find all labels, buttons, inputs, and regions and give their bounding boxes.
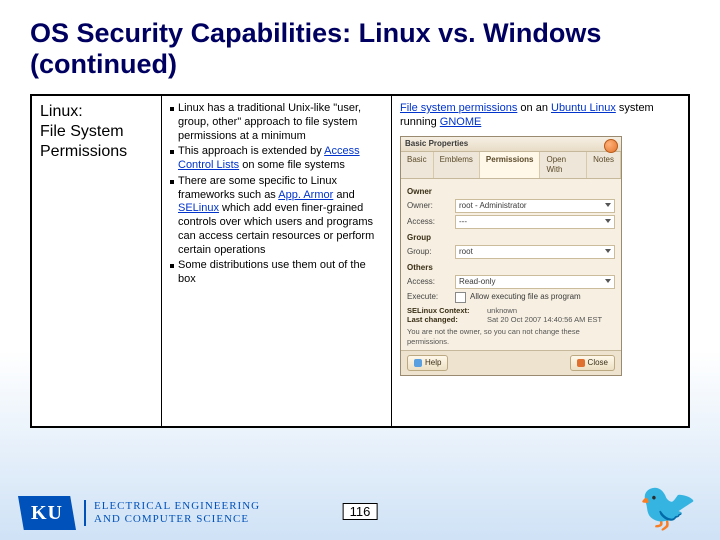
others-access-select[interactable]: Read-only — [455, 275, 615, 289]
close-button[interactable]: Close — [570, 355, 615, 371]
bullet-3: There are some specific to Linux framewo… — [170, 175, 383, 258]
footer-logos: ELECTRICAL ENGINEERING AND COMPUTER SCIE… — [18, 496, 260, 530]
topic-line-3: Permissions — [40, 142, 153, 162]
selinux-value: unknown — [487, 306, 517, 315]
group-select[interactable]: root — [455, 245, 615, 259]
last-changed-label: Last changed: — [407, 315, 487, 324]
dialog-footer: Help Close — [401, 350, 621, 375]
access-label: Access: — [407, 217, 455, 227]
department-name: ELECTRICAL ENGINEERING AND COMPUTER SCIE… — [84, 500, 260, 526]
topic-line-1: Linux: — [40, 102, 153, 122]
caption-link-2[interactable]: Ubuntu Linux — [551, 102, 616, 114]
bullet-2: This approach is extended by Access Cont… — [170, 145, 383, 173]
content-table: Linux: File System Permissions Linux has… — [30, 94, 690, 428]
permission-note: You are not the owner, so you can not ch… — [407, 327, 615, 346]
slide: OS Security Capabilities: Linux vs. Wind… — [0, 0, 720, 540]
others-access-label: Access: — [407, 277, 455, 287]
figure-caption: File system permissions on an Ubuntu Lin… — [400, 102, 680, 130]
owner-label: Owner: — [407, 201, 455, 211]
bullets-cell: Linux has a traditional Unix-like "user,… — [162, 96, 392, 426]
bullet-1: Linux has a traditional Unix-like "user,… — [170, 102, 383, 143]
topic-cell: Linux: File System Permissions — [32, 96, 162, 426]
last-changed-value: Sat 20 Oct 2007 14:40:56 AM EST — [487, 315, 602, 324]
apparmor-link[interactable]: App. Armor — [278, 189, 333, 201]
selinux-link[interactable]: SELinux — [178, 202, 219, 214]
tab-basic[interactable]: Basic — [401, 152, 434, 178]
bullet-3-text: There are some specific to Linux framewo… — [178, 175, 383, 258]
close-icon — [577, 359, 585, 367]
bullet-icon — [170, 107, 174, 111]
bullet-icon — [170, 264, 174, 268]
execute-label: Execute: — [407, 292, 455, 302]
ku-logo: ELECTRICAL ENGINEERING AND COMPUTER SCIE… — [18, 496, 260, 530]
caption-link-3[interactable]: GNOME — [440, 116, 482, 128]
tab-notes[interactable]: Notes — [587, 152, 621, 178]
tab-strip: Basic Emblems Permissions Open With Note… — [401, 152, 621, 179]
tab-open-with[interactable]: Open With — [540, 152, 587, 178]
bullet-icon — [170, 150, 174, 154]
slide-title: OS Security Capabilities: Linux vs. Wind… — [30, 18, 690, 80]
selinux-label: SELinux Context: — [407, 306, 487, 315]
caption-link-1[interactable]: File system permissions — [400, 102, 517, 114]
others-header: Others — [407, 263, 615, 273]
jayhawk-mascot-icon: 🐦 — [638, 484, 698, 532]
owner-header: Owner — [407, 187, 615, 197]
bullet-4-text: Some distributions use them out of the b… — [178, 259, 383, 287]
execute-checkbox[interactable] — [455, 292, 466, 303]
owner-select[interactable]: root - Administrator — [455, 199, 615, 213]
help-button[interactable]: Help — [407, 355, 448, 371]
group-header: Group — [407, 233, 615, 243]
page-number: 116 — [343, 503, 378, 520]
bullet-2-text: This approach is extended by Access Cont… — [178, 145, 383, 173]
bullet-4: Some distributions use them out of the b… — [170, 259, 383, 287]
screenshot: Basic Properties Basic Emblems Permissio… — [400, 136, 622, 377]
execute-row: Execute: Allow executing file as program — [407, 292, 615, 303]
owner-access-select[interactable]: --- — [455, 215, 615, 229]
tab-permissions[interactable]: Permissions — [480, 152, 541, 178]
window-titlebar: Basic Properties — [401, 137, 621, 152]
tab-emblems[interactable]: Emblems — [434, 152, 480, 178]
help-icon — [414, 359, 422, 367]
bullet-1-text: Linux has a traditional Unix-like "user,… — [178, 102, 383, 143]
permissions-panel: Owner Owner: root - Administrator Access… — [401, 179, 621, 351]
bullet-icon — [170, 180, 174, 184]
window-title-text: Basic Properties — [405, 139, 468, 148]
close-icon[interactable] — [604, 139, 618, 153]
group-label: Group: — [407, 247, 455, 257]
topic-line-2: File System — [40, 122, 153, 142]
figure-cell: File system permissions on an Ubuntu Lin… — [392, 96, 688, 426]
execute-text: Allow executing file as program — [470, 292, 581, 302]
ku-mark-icon — [18, 496, 76, 530]
